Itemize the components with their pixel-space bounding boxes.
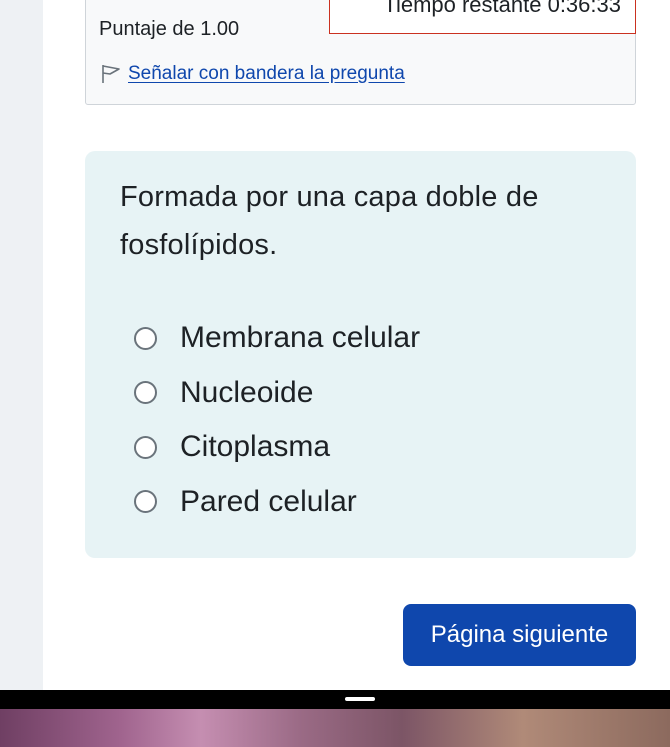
- question-text: Formada por una capa doble de fosfolípid…: [120, 181, 539, 261]
- score-text: Puntaje de 1.00: [99, 18, 240, 40]
- radio-button[interactable]: [134, 490, 157, 514]
- answer-option[interactable]: Pared celular: [134, 475, 420, 530]
- answer-option-label[interactable]: Citoplasma: [180, 430, 330, 464]
- quiz-page: Puntaje de 1.00 Señalar con bandera la p…: [0, 0, 670, 690]
- gesture-handle[interactable]: [345, 697, 375, 701]
- answer-option[interactable]: Nucleoide: [134, 366, 420, 421]
- flag-question-row[interactable]: Señalar con bandera la pregunta: [100, 63, 405, 85]
- answer-option-label[interactable]: Nucleoide: [180, 376, 313, 410]
- radio-button[interactable]: [134, 326, 157, 350]
- flag-icon: [102, 65, 120, 83]
- answer-option-label[interactable]: Pared celular: [180, 485, 357, 519]
- radio-button[interactable]: [134, 435, 157, 459]
- left-sidebar-strip: [0, 0, 43, 690]
- question-box: Formada por una capa doble de fosfolípid…: [85, 151, 636, 558]
- time-remaining-text: Tiempo restante 0:36:33: [383, 0, 621, 17]
- home-wallpaper: [0, 709, 670, 747]
- radio-button[interactable]: [134, 381, 157, 405]
- answer-options: Membrana celular Nucleoide Citoplasma Pa…: [134, 311, 420, 529]
- answer-option-label[interactable]: Membrana celular: [180, 321, 420, 355]
- next-page-button[interactable]: Página siguiente: [403, 604, 636, 666]
- time-remaining-box: Tiempo restante 0:36:33: [329, 0, 636, 34]
- flag-question-link[interactable]: Señalar con bandera la pregunta: [128, 63, 405, 85]
- system-navigation-bar: [0, 690, 670, 709]
- answer-option[interactable]: Citoplasma: [134, 420, 420, 475]
- answer-option[interactable]: Membrana celular: [134, 311, 420, 366]
